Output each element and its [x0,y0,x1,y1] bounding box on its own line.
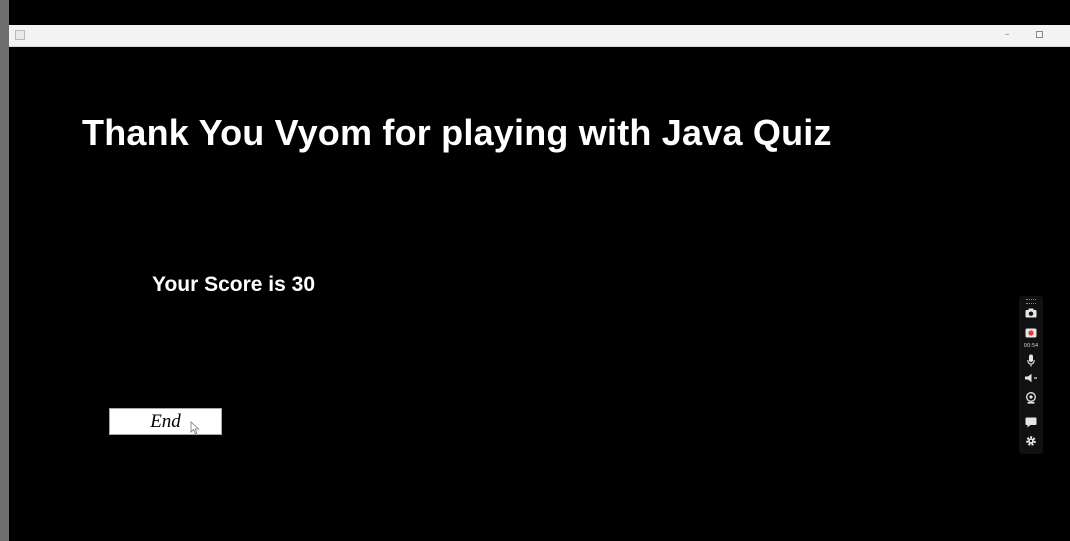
chat-button[interactable] [1019,417,1043,432]
webcam-icon [1026,392,1036,404]
toolbar-drag-handle[interactable] [1026,299,1036,304]
microphone-icon [1027,354,1035,367]
minimize-button[interactable]: – [996,27,1018,43]
minimize-icon: – [1004,29,1010,40]
end-button[interactable]: End [109,408,222,435]
java-app-icon [15,30,25,40]
gear-icon [1026,436,1036,446]
microphone-button[interactable] [1019,354,1043,371]
desktop-edge [0,0,9,541]
recording-timer: 00:54 [1023,343,1039,349]
thank-you-heading: Thank You Vyom for playing with Java Qui… [82,112,832,153]
record-icon [1025,328,1037,338]
speaker-icon [1025,373,1037,383]
score-label: Your Score is 30 [152,273,316,296]
settings-button[interactable] [1019,435,1043,451]
chat-icon [1025,417,1037,428]
camera-icon [1025,308,1037,318]
speaker-button[interactable] [1019,373,1043,387]
maximize-icon [1035,30,1043,38]
window-titlebar[interactable]: – [9,25,1070,47]
webcam-button[interactable] [1019,392,1043,408]
quiz-end-panel: Thank You Vyom for playing with Java Qui… [9,47,1070,541]
screen: – Thank You Vyom for playing with Java Q… [0,0,1070,541]
maximize-button[interactable] [1028,27,1050,43]
screen-recorder-toolbar: 00:54 [1019,296,1043,454]
record-button[interactable] [1019,328,1043,342]
mouse-pointer-icon [190,421,200,435]
camera-button[interactable] [1019,308,1043,322]
